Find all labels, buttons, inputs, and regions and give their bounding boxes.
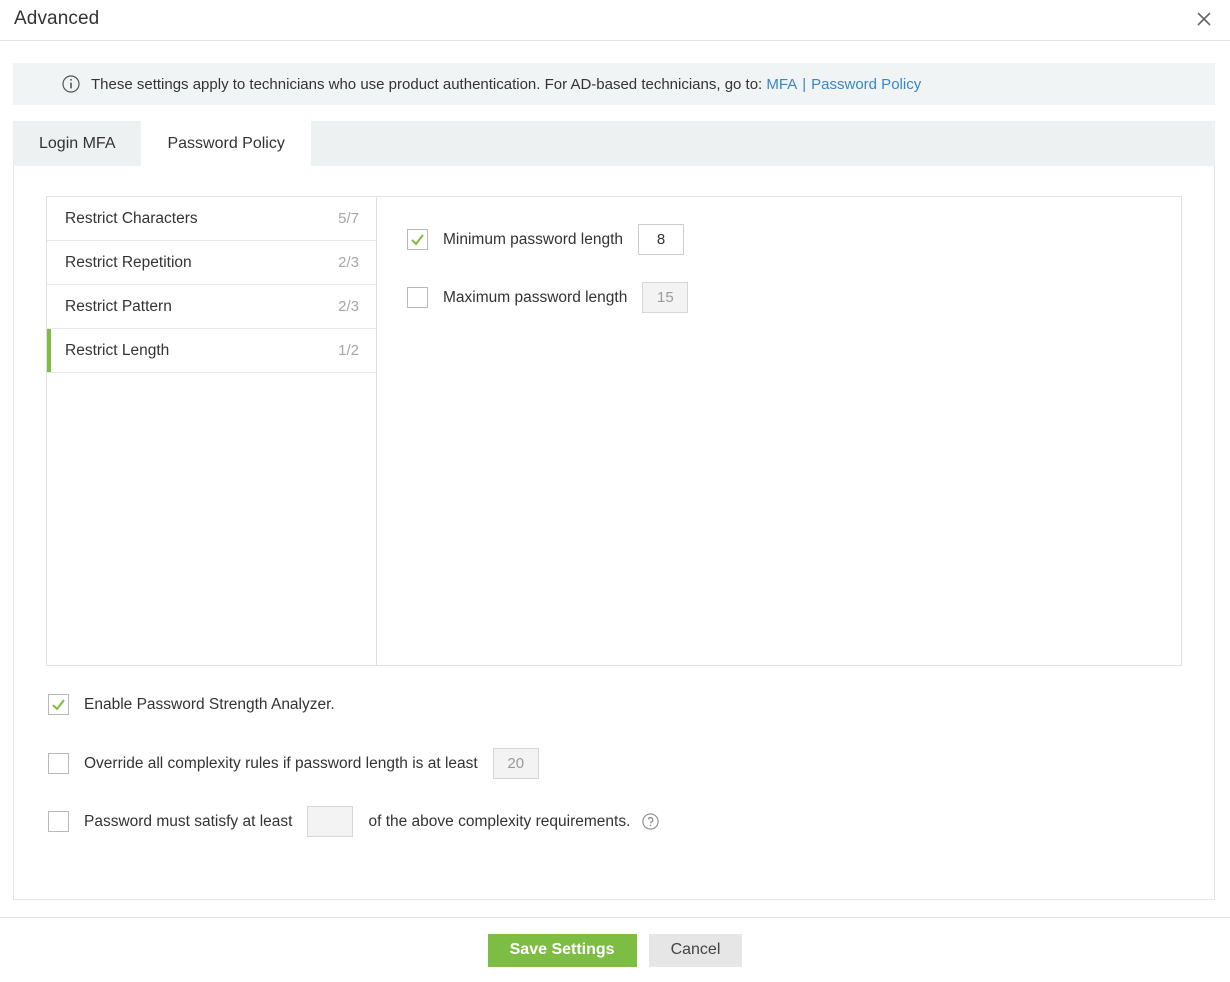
rules-list: Restrict Characters 5/7 Restrict Repetit…: [47, 197, 377, 665]
dialog-body: Restrict Characters 5/7 Restrict Repetit…: [13, 166, 1215, 900]
rules-panel: Restrict Characters 5/7 Restrict Repetit…: [46, 196, 1182, 666]
banner-link-password-policy[interactable]: Password Policy: [811, 76, 921, 93]
minimum-password-length-row: Minimum password length: [407, 224, 684, 255]
selection-accent-bar: [47, 241, 51, 284]
rule-count: 1/2: [338, 342, 359, 359]
maximum-password-length-row: Maximum password length: [407, 282, 688, 313]
rule-label: Restrict Repetition: [65, 254, 192, 272]
enable-password-strength-analyzer-label: Enable Password Strength Analyzer.: [84, 696, 335, 714]
override-complexity-length-input[interactable]: [493, 748, 539, 779]
selection-accent-bar: [47, 197, 51, 240]
override-complexity-rules-checkbox[interactable]: [48, 753, 69, 774]
tab-bar: Login MFA Password Policy: [13, 121, 1215, 166]
save-settings-button[interactable]: Save Settings: [488, 934, 637, 967]
selection-accent-bar: [47, 329, 51, 372]
override-complexity-rules-label: Override all complexity rules if passwor…: [84, 755, 478, 773]
help-circle-icon[interactable]: [642, 813, 659, 830]
rule-count: 2/3: [338, 298, 359, 315]
password-must-satisfy-checkbox[interactable]: [48, 811, 69, 832]
selection-accent-bar: [47, 285, 51, 328]
rule-label: Restrict Length: [65, 342, 169, 360]
rule-item-restrict-characters[interactable]: Restrict Characters 5/7: [47, 197, 376, 241]
minimum-password-length-checkbox[interactable]: [407, 229, 428, 250]
maximum-password-length-label: Maximum password length: [443, 289, 627, 307]
tab-password-policy[interactable]: Password Policy: [141, 121, 310, 166]
close-icon[interactable]: [1192, 7, 1216, 31]
rules-detail-pane: Minimum password length Maximum password…: [377, 197, 1181, 665]
maximum-password-length-checkbox[interactable]: [407, 287, 428, 308]
enable-password-strength-analyzer-row: Enable Password Strength Analyzer.: [48, 694, 335, 715]
info-banner: These settings apply to technicians who …: [13, 63, 1215, 105]
maximum-password-length-input[interactable]: [642, 282, 688, 313]
rule-item-restrict-pattern[interactable]: Restrict Pattern 2/3: [47, 285, 376, 329]
banner-text: These settings apply to technicians who …: [91, 76, 921, 93]
enable-password-strength-analyzer-checkbox[interactable]: [48, 694, 69, 715]
minimum-password-length-label: Minimum password length: [443, 231, 623, 249]
rule-item-restrict-repetition[interactable]: Restrict Repetition 2/3: [47, 241, 376, 285]
password-must-satisfy-row: Password must satisfy at least of the ab…: [48, 806, 659, 837]
password-must-satisfy-label-after: of the above complexity requirements.: [368, 813, 630, 831]
tab-login-mfa[interactable]: Login MFA: [13, 121, 141, 166]
override-complexity-rules-row: Override all complexity rules if passwor…: [48, 748, 539, 779]
rule-count: 2/3: [338, 254, 359, 271]
password-must-satisfy-label: Password must satisfy at least: [84, 813, 292, 831]
rule-label: Restrict Pattern: [65, 298, 172, 316]
rule-item-restrict-length[interactable]: Restrict Length 1/2: [47, 329, 376, 373]
rule-label: Restrict Characters: [65, 210, 198, 228]
dialog-title: Advanced: [14, 8, 99, 30]
dialog-footer: Save Settings Cancel: [0, 917, 1230, 982]
banner-link-mfa[interactable]: MFA: [766, 76, 797, 93]
cancel-button[interactable]: Cancel: [649, 934, 743, 967]
banner-message: These settings apply to technicians who …: [91, 76, 762, 93]
password-must-satisfy-input[interactable]: [307, 806, 353, 837]
info-icon: [62, 75, 80, 93]
banner-link-separator: |: [802, 76, 806, 93]
dialog-titlebar: Advanced: [0, 0, 1230, 41]
rule-count: 5/7: [338, 210, 359, 227]
minimum-password-length-input[interactable]: [638, 224, 684, 255]
